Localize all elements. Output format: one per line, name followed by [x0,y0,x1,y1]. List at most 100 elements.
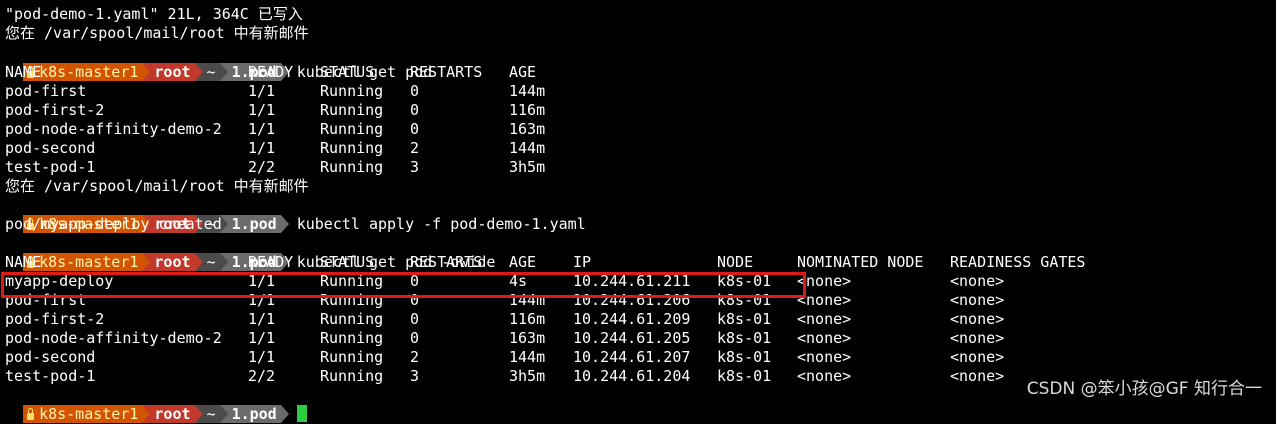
table-header-cell: AGE [509,253,537,271]
table-cell: k8s-01 [717,329,772,347]
table-cell: Running [320,120,384,138]
table-cell: Running [320,329,384,347]
table-cell: <none> [950,310,1005,328]
powerline-arrow-icon [142,405,151,423]
table-cell: 3 [410,367,420,385]
table-cell: 163m [509,120,546,138]
table-cell: 116m [509,101,546,119]
powerline-arrow-icon [194,63,203,81]
table-cell: 0 [410,101,420,119]
powerline-arrow-icon [280,215,289,233]
table-cell: pod-node-affinity-demo-2 [5,120,222,138]
table-cell: 0 [410,120,420,138]
table-cell: k8s-01 [717,367,772,385]
table-cell: Running [320,139,384,157]
table-cell: Running [320,310,384,328]
prompt-user: k8s-master1 [39,404,139,423]
table-cell: 10.244.61.207 [573,348,691,366]
table-header-cell: NAME [5,253,42,271]
table-cell: 10.244.61.205 [573,329,691,347]
prompt-line-2: k8s-master1 root ~1.pod kubectl apply -f p… [5,196,586,233]
prompt-dir: 1.pod [227,405,281,423]
lock-icon [27,407,35,420]
table-cell: 2 [410,139,420,157]
shell-prompt: k8s-master1 root ~1.pod [23,405,289,423]
prompt-home: ~ [202,63,220,81]
table-cell: 1/1 [248,329,276,347]
table-cell: <none> [797,367,852,385]
highlight-box [1,272,806,298]
table-cell: 10.244.61.204 [573,367,691,385]
table-header-cell: STATUS [320,253,375,271]
table-cell: 3h5m [509,158,546,176]
table-header-cell: READY [248,63,294,81]
table-cell: 144m [509,348,546,366]
table-cell: 1/1 [248,348,276,366]
apply-result: pod/myapp-deploy created [5,215,222,233]
table-cell: 1/1 [248,82,276,100]
powerline-arrow-icon [142,63,151,81]
powerline-arrow-icon [142,253,151,271]
table-cell: 1/1 [248,101,276,119]
table-cell: <none> [797,348,852,366]
powerline-arrow-icon [280,405,289,423]
terminal-cursor[interactable] [296,405,307,422]
table-cell: Running [320,348,384,366]
table-cell: Running [320,82,384,100]
table-cell: 2 [410,348,420,366]
prompt-line-1: k8s-master1 root ~1.pod kubectl get pod [5,44,432,81]
vim-write-message: "pod-demo-1.yaml" 21L, 364C 已写入 [5,5,303,23]
table-cell: pod-second [5,139,96,157]
table-header-cell: NAME [5,63,42,81]
table-header-cell: READINESS GATES [950,253,1086,271]
table-cell: 1/1 [248,310,276,328]
table-cell: Running [320,101,384,119]
table-cell: test-pod-1 [5,158,96,176]
prompt-line-4: k8s-master1 root ~1.pod [5,386,307,423]
prompt-home: ~ [202,253,220,271]
table-cell: 0 [410,82,420,100]
table-cell: pod-first [5,82,87,100]
table-cell: 1/1 [248,120,276,138]
table-cell: 1/1 [248,139,276,157]
mail-notice: 您在 /var/spool/mail/root 中有新邮件 [5,24,309,42]
table-cell: 3h5m [509,367,546,385]
table-cell: pod-first-2 [5,310,105,328]
powerline-arrow-icon [219,253,228,271]
table-cell: Running [320,158,384,176]
table-cell: pod-node-affinity-demo-2 [5,329,222,347]
table-cell: <none> [950,348,1005,366]
table-cell: 116m [509,310,546,328]
powerline-arrow-icon [194,405,203,423]
table-cell: Running [320,367,384,385]
table-cell: <none> [950,329,1005,347]
watermark: CSDN @笨小孩@GF 知行合一 [1026,379,1262,399]
table-header-cell: READY [248,253,294,271]
powerline-arrow-icon [219,63,228,81]
prompt-user: k8s-master1 [39,62,139,81]
prompt-root: root [150,253,195,271]
table-cell: test-pod-1 [5,367,96,385]
table-cell: 10.244.61.209 [573,310,691,328]
table-cell: <none> [797,329,852,347]
table-header-cell: NODE [717,253,754,271]
prompt-line-3: k8s-master1 root ~1.pod kubectl get pod -o… [5,234,495,271]
table-cell: 2/2 [248,367,276,385]
table-cell: 0 [410,310,420,328]
table-header-cell: IP [573,253,592,271]
prompt-dir: 1.pod [227,215,281,233]
table-cell: 2/2 [248,158,276,176]
table-header-cell: STATUS [320,63,375,81]
table-header-cell: RESTARTS [410,63,483,81]
table-cell: <none> [950,272,1005,290]
mail-notice: 您在 /var/spool/mail/root 中有新邮件 [5,177,309,195]
table-cell: 144m [509,139,546,157]
table-cell: pod-second [5,348,96,366]
prompt-user: k8s-master1 [39,252,139,271]
table-cell: 163m [509,329,546,347]
prompt-user-segment: k8s-master1 [23,404,143,423]
prompt-root: root [150,405,195,423]
table-cell: 3 [410,158,420,176]
table-cell: <none> [950,291,1005,309]
table-cell: k8s-01 [717,310,772,328]
